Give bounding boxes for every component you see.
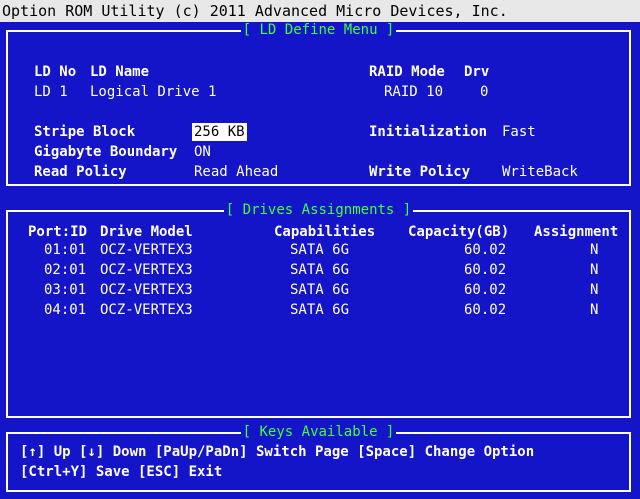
drv-value: 0 (480, 84, 489, 100)
raid-mode-value: RAID 10 (384, 84, 444, 100)
drive-capacity: 60.02 (464, 262, 507, 278)
drive-capacity: 60.02 (464, 242, 507, 258)
col-capacity: Capacity(GB) (408, 224, 510, 240)
drive-model: OCZ-VERTEX3 (100, 242, 193, 258)
drive-port: 02:01 (44, 262, 87, 278)
stripe-block-option[interactable]: 256 KB (192, 123, 247, 141)
drive-capabilities: SATA 6G (290, 242, 350, 258)
drive-assignment[interactable]: N (590, 301, 598, 319)
col-port-id: Port:ID (28, 224, 88, 240)
drive-model: OCZ-VERTEX3 (100, 262, 193, 278)
col-assignment: Assignment (534, 224, 619, 240)
drive-port: 01:01 (44, 242, 87, 258)
gigabyte-boundary-option[interactable]: ON (194, 143, 211, 161)
keys-help-line-2: [Ctrl+Y] Save [ESC] Exit (20, 464, 223, 480)
ld-define-panel: [ LD Define Menu ] LD No LD Name RAID Mo… (6, 22, 631, 186)
write-policy-label: Write Policy (369, 164, 471, 180)
initialization-label: Initialization (369, 124, 488, 140)
drive-assignment[interactable]: N (590, 241, 598, 259)
drive-capabilities: SATA 6G (290, 282, 350, 298)
gigabyte-boundary-label: Gigabyte Boundary (34, 144, 178, 160)
initialization-option[interactable]: Fast (502, 123, 536, 141)
ld-name-header: LD Name (90, 64, 150, 80)
col-drive-model: Drive Model (100, 224, 193, 240)
drive-model: OCZ-VERTEX3 (100, 302, 193, 318)
raid-mode-header: RAID Mode (369, 64, 445, 80)
drive-port: 04:01 (44, 302, 87, 318)
drive-capacity: 60.02 (464, 282, 507, 298)
drv-header: Drv (464, 64, 490, 80)
drive-capabilities: SATA 6G (290, 302, 350, 318)
drive-assignment[interactable]: N (590, 261, 598, 279)
drives-assignments-panel-title: [ Drives Assignments ] (223, 202, 414, 218)
read-policy-option[interactable]: Read Ahead (194, 163, 278, 181)
write-policy-option[interactable]: WriteBack (502, 163, 578, 181)
drives-assignments-panel: [ Drives Assignments ] Port:ID Drive Mod… (6, 202, 631, 418)
ld-no-header: LD No (34, 64, 77, 80)
keys-available-panel-title: [ Keys Available ] (240, 424, 397, 440)
stripe-block-label: Stripe Block (34, 124, 136, 140)
ld-define-panel-title: [ LD Define Menu ] (240, 22, 397, 38)
read-policy-label: Read Policy (34, 164, 127, 180)
drive-port: 03:01 (44, 282, 87, 298)
drive-capabilities: SATA 6G (290, 262, 350, 278)
ld-name-value[interactable]: Logical Drive 1 (90, 83, 216, 101)
drive-model: OCZ-VERTEX3 (100, 282, 193, 298)
keys-help-line-1: [↑] Up [↓] Down [PaUp/PaDn] Switch Page … (20, 444, 535, 460)
ld-no-value: LD 1 (34, 84, 68, 100)
keys-available-panel: [ Keys Available ] [↑] Up [↓] Down [PaUp… (6, 424, 631, 492)
window-title: Option ROM Utility (c) 2011 Advanced Mic… (0, 0, 640, 22)
col-capabilities: Capabilities (274, 224, 376, 240)
drive-capacity: 60.02 (464, 302, 507, 318)
drive-assignment[interactable]: N (590, 281, 598, 299)
